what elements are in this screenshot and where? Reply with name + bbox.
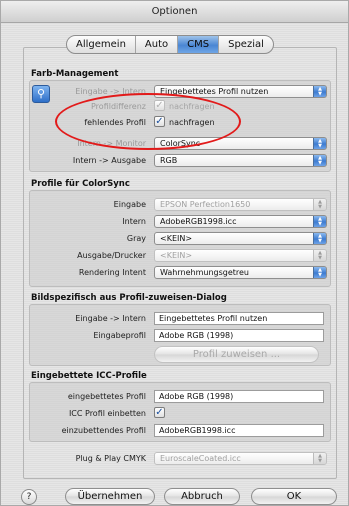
intern-ausgabe-popup[interactable]: RGB ▲ ▼ [154,154,327,167]
popup-arrows-icon: ▲ ▼ [313,453,326,464]
profil-zuweisen-button[interactable]: Profil zuweisen ... [154,346,319,363]
popup-arrows-icon: ▲ ▼ [313,267,326,278]
cs-rendering-intent-popup[interactable]: Wahrnehmungsgetreu ▲ ▼ [154,266,327,279]
cs-rendering-intent-value: Wahrnehmungsgetreu [160,268,250,277]
window-title: Optionen [1,1,348,23]
intern-ausgabe-value: RGB [160,156,178,165]
cms-app-icon: ⚲ [32,85,50,103]
cs-gray-popup[interactable]: <KEIN> ▲ ▼ [154,232,327,245]
cs-eingabe-label: Eingabe [113,200,146,209]
popup-arrows-icon: ▲ ▼ [313,138,326,149]
popup-arrows-icon: ▲ ▼ [313,233,326,244]
icc-eingebettetes-label: eingebettetes Profil [67,392,146,401]
cs-gray-label: Gray [126,234,146,243]
plug-play-popup[interactable]: EuroscaleCoated.icc ▲ ▼ [154,452,327,465]
cs-intern-value: AdobeRGB1998.icc [160,217,237,226]
options-window: Optionen Allgemein Auto CMS Spezial Farb… [0,0,349,506]
icc-einbetten-checkbox[interactable]: ✓ [154,407,165,418]
cs-gray-value: <KEIN> [160,234,193,243]
tab-allgemein[interactable]: Allgemein [67,36,136,53]
cs-ausgabe-drucker-label: Ausgabe/Drucker [77,251,146,260]
apply-button[interactable]: Übernehmen [65,488,155,505]
bs-eingabeprofil-label: Eingabeprofil [93,331,146,340]
icc-einbetten-label: ICC Profil einbetten [68,409,146,418]
popup-arrows-icon: ▲ ▼ [313,199,326,210]
help-button[interactable]: ? [21,489,37,505]
popup-arrows-icon: ▲ ▼ [313,86,326,97]
cs-ausgabe-drucker-value: <KEIN> [160,251,193,260]
plug-play-label: Plug & Play CMYK [75,454,146,463]
icc-einzubettendes-label: einzubettendes Profil [61,426,146,435]
plug-play-value: EuroscaleCoated.icc [160,454,241,463]
cs-intern-popup[interactable]: AdobeRGB1998.icc ▲ ▼ [154,215,327,228]
farb-management-title: Farb-Management [31,69,119,79]
cs-eingabe-popup[interactable]: EPSON Perfection1650 ▲ ▼ [154,198,327,211]
cs-eingabe-value: EPSON Perfection1650 [160,200,251,209]
tab-auto[interactable]: Auto [136,36,179,53]
popup-arrows-icon: ▲ ▼ [313,155,326,166]
colorsync-title: Profile für ColorSync [31,179,130,189]
icc-profile-title: Eingebettete ICC-Profile [31,371,147,381]
cs-ausgabe-drucker-popup[interactable]: <KEIN> ▲ ▼ [154,249,327,262]
tab-bar: Allgemein Auto CMS Spezial [66,35,274,54]
bs-eingabe-intern-field: Eingebettetes Profil nutzen [154,312,324,325]
tab-cms[interactable]: CMS [178,36,220,53]
red-annotation-circle [55,93,241,150]
cancel-button[interactable]: Abbruch [164,488,240,505]
popup-arrows-icon: ▲ ▼ [313,216,326,227]
bildspezifisch-title: Bildspezifisch aus Profil-zuweisen-Dialo… [31,293,227,303]
popup-arrows-icon: ▲ ▼ [313,250,326,261]
icc-einzubettendes-field: AdobeRGB1998.icc [154,424,324,437]
intern-ausgabe-label: Intern -> Ausgabe [72,156,146,165]
bs-eingabe-intern-label: Eingabe -> Intern [75,314,146,323]
cs-intern-label: Intern [122,217,146,226]
bs-eingabeprofil-field: Adobe RGB (1998) [154,329,324,342]
tab-spezial[interactable]: Spezial [219,36,273,53]
icc-eingebettetes-field: Adobe RGB (1998) [154,390,324,403]
cs-rendering-intent-label: Rendering Intent [78,268,146,277]
ok-button[interactable]: OK [251,488,337,505]
